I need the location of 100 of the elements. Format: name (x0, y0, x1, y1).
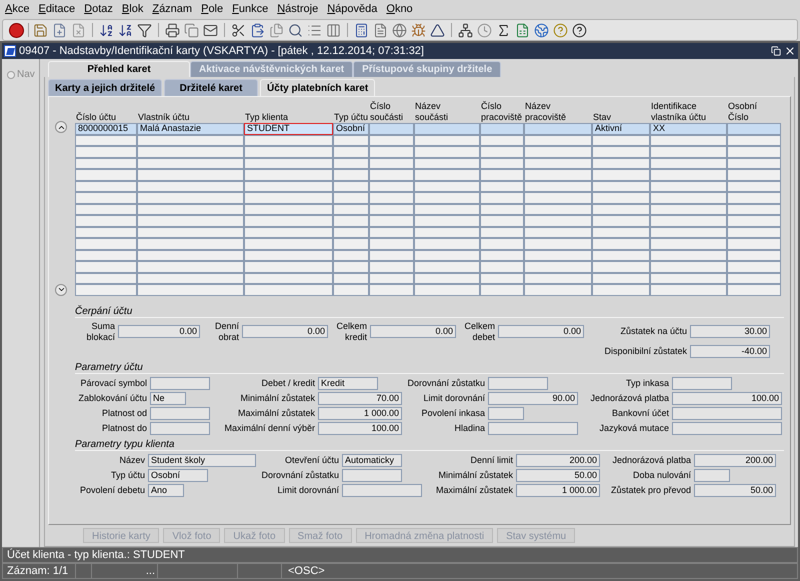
table-cell[interactable] (75, 204, 137, 215)
restore-icon[interactable] (771, 46, 781, 56)
table-cell[interactable] (650, 180, 727, 192)
calculator-icon[interactable] (354, 22, 369, 38)
table-cell[interactable] (727, 238, 781, 250)
table-cell[interactable] (727, 204, 781, 215)
table-cell[interactable] (137, 134, 244, 146)
help-icon[interactable] (572, 22, 587, 38)
table-cell[interactable] (650, 238, 727, 250)
table-cell[interactable] (244, 272, 333, 284)
table-cell[interactable]: Osobní (333, 123, 369, 134)
table-cell[interactable] (592, 261, 650, 272)
table-cell[interactable] (480, 134, 524, 146)
input-field[interactable]: 50.00 (694, 484, 776, 496)
printer-icon[interactable] (165, 22, 180, 38)
table-cell[interactable] (592, 158, 650, 169)
table-cell[interactable] (727, 261, 781, 272)
document-icon[interactable] (373, 22, 388, 38)
table-cell[interactable] (480, 158, 524, 169)
input-field[interactable]: 100.00 (672, 392, 782, 404)
search-icon[interactable] (288, 22, 303, 38)
input-field[interactable]: 30.00 (690, 325, 770, 338)
table-cell[interactable] (650, 134, 727, 146)
table-cell[interactable] (369, 146, 414, 158)
table-cell[interactable] (592, 215, 650, 226)
table-cell[interactable] (727, 180, 781, 192)
table-cell[interactable] (480, 169, 524, 180)
input-field[interactable]: 90.00 (488, 392, 578, 404)
subtab[interactable]: Držitelé karet (164, 79, 258, 96)
table-cell[interactable] (592, 192, 650, 204)
table-cell[interactable] (480, 192, 524, 204)
table-cell[interactable] (137, 169, 244, 180)
scissors-icon[interactable] (231, 22, 246, 38)
table-cell[interactable] (244, 180, 333, 192)
table-cell[interactable] (414, 146, 480, 158)
table-cell[interactable] (650, 261, 727, 272)
input-field[interactable] (150, 376, 210, 390)
table-cell[interactable] (524, 272, 592, 284)
columns-icon[interactable] (326, 22, 341, 38)
table-cell[interactable] (727, 272, 781, 284)
file-remove-icon[interactable] (71, 22, 86, 38)
input-field[interactable]: Ano (148, 484, 184, 496)
table-cell[interactable] (592, 204, 650, 215)
sort-descending-icon[interactable] (118, 22, 133, 38)
table-cell[interactable] (244, 169, 333, 180)
table-cell[interactable] (75, 180, 137, 192)
table-cell[interactable] (524, 192, 592, 204)
input-field[interactable]: 50.00 (516, 468, 600, 482)
table-cell[interactable] (727, 284, 781, 296)
table-cell[interactable] (244, 250, 333, 261)
table-cell[interactable] (524, 250, 592, 261)
table-cell[interactable] (75, 134, 137, 146)
network-icon[interactable] (458, 22, 473, 38)
table-cell[interactable] (75, 272, 137, 284)
table-cell[interactable] (369, 192, 414, 204)
table-cell[interactable]: STUDENT (244, 123, 333, 134)
table-cell[interactable] (592, 134, 650, 146)
table-cell[interactable]: 8000000015 (75, 123, 137, 134)
table-cell[interactable] (592, 146, 650, 158)
table-cell[interactable] (369, 272, 414, 284)
table-cell[interactable] (369, 226, 414, 238)
table-cell[interactable] (137, 261, 244, 272)
table-cell[interactable] (650, 284, 727, 296)
input-field[interactable]: 0.00 (118, 325, 200, 338)
table-cell[interactable] (480, 123, 524, 134)
table-cell[interactable] (592, 272, 650, 284)
table-cell[interactable] (75, 192, 137, 204)
table-cell[interactable] (480, 146, 524, 158)
table-cell[interactable] (414, 180, 480, 192)
table-cell[interactable] (414, 158, 480, 169)
table-cell[interactable] (727, 169, 781, 180)
table-cell[interactable] (137, 238, 244, 250)
table-cell[interactable] (244, 215, 333, 226)
table-cell[interactable] (137, 215, 244, 226)
table-cell[interactable] (414, 192, 480, 204)
table-cell[interactable] (524, 261, 592, 272)
table-cell[interactable] (414, 215, 480, 226)
table-cell[interactable] (524, 284, 592, 296)
menu-item[interactable]: Záznam (152, 1, 192, 18)
input-field[interactable]: Osobní (148, 468, 208, 482)
menu-item[interactable]: Okno (386, 1, 413, 18)
table-cell[interactable] (592, 238, 650, 250)
table-cell[interactable] (137, 250, 244, 261)
table-cell[interactable] (727, 226, 781, 238)
table-cell[interactable] (480, 284, 524, 296)
table-cell[interactable] (369, 284, 414, 296)
table-cell[interactable] (244, 238, 333, 250)
table-cell[interactable] (480, 180, 524, 192)
input-field[interactable] (342, 484, 422, 496)
table-cell[interactable] (75, 284, 137, 296)
filter-icon[interactable] (137, 22, 152, 38)
table-cell[interactable] (369, 204, 414, 215)
table-cell[interactable] (727, 158, 781, 169)
menu-item[interactable]: Blok (122, 1, 144, 18)
table-cell[interactable]: Aktivní (592, 123, 650, 134)
table-cell[interactable] (524, 180, 592, 192)
menu-item[interactable]: Dotaz (84, 1, 113, 18)
table-cell[interactable]: Malá Anastazie (137, 123, 244, 134)
table-cell[interactable] (650, 272, 727, 284)
browser-icon[interactable] (534, 22, 549, 38)
